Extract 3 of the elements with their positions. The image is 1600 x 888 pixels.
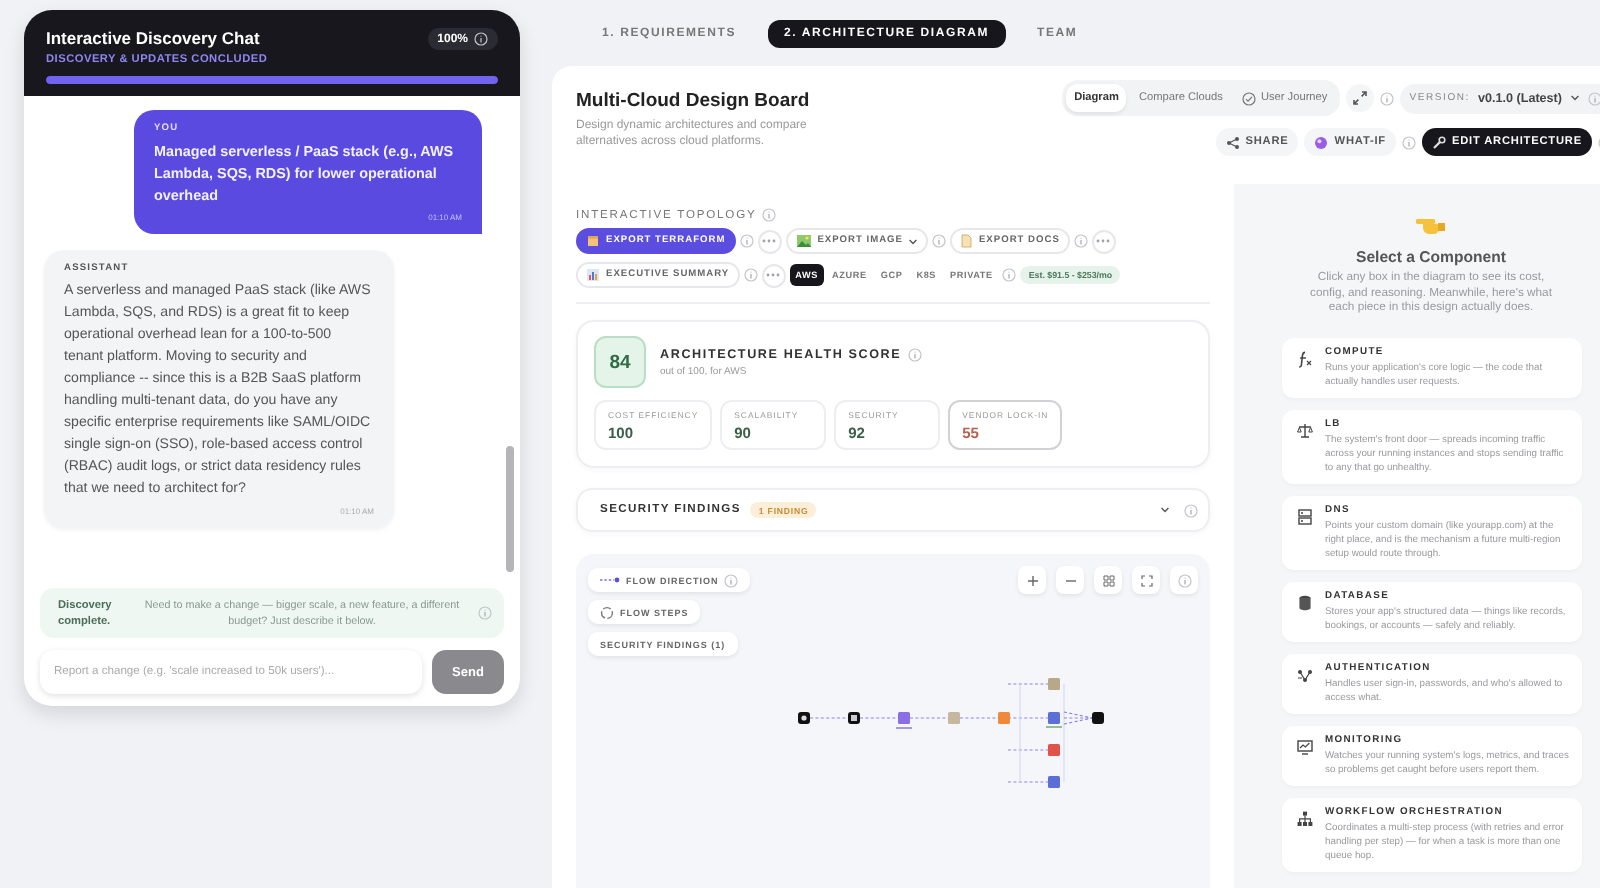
health-score: 84 xyxy=(594,336,646,388)
chat-title: Interactive Discovery Chat xyxy=(46,28,262,48)
board-title: Multi-Cloud Design Board xyxy=(576,90,812,112)
